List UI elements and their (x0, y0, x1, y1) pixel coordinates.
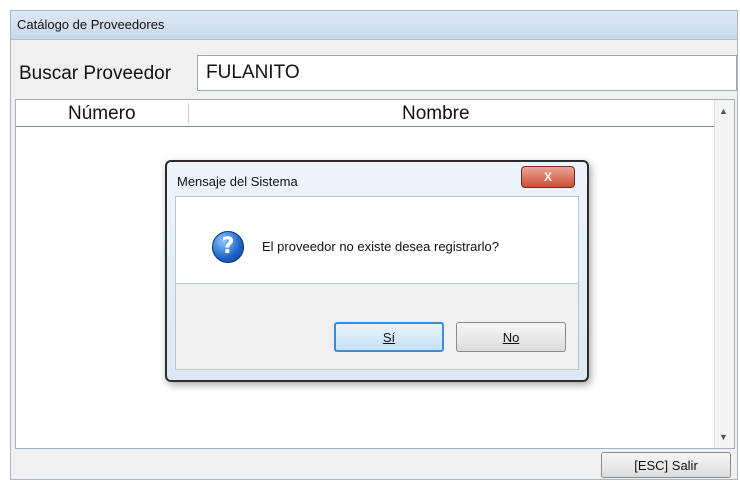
dialog-title: Mensaje del Sistema (177, 174, 298, 189)
dialog-footer: Sí No (175, 284, 579, 370)
window-title: Catálogo de Proveedores (17, 17, 165, 32)
vertical-scrollbar[interactable]: ▲ ▼ (714, 100, 734, 448)
dialog-body: ? El proveedor no existe desea registrar… (175, 196, 579, 284)
question-icon: ? (212, 231, 244, 263)
window-titlebar: Catálogo de Proveedores (11, 11, 737, 40)
column-header-nombre[interactable]: Nombre (402, 103, 470, 125)
close-button[interactable]: X (521, 166, 575, 188)
yes-button[interactable]: Sí (334, 322, 444, 352)
grid-header: Número Nombre (16, 100, 714, 127)
system-message-dialog: Mensaje del Sistema X ? El proveedor no … (165, 160, 589, 382)
exit-button[interactable]: [ESC] Salir (601, 452, 731, 478)
scroll-down-icon[interactable]: ▼ (719, 432, 728, 442)
close-icon: X (543, 170, 552, 184)
scroll-up-icon[interactable]: ▲ (719, 106, 728, 116)
column-header-numero[interactable]: Número (68, 103, 136, 125)
dialog-message: El proveedor no existe desea registrarlo… (262, 239, 500, 254)
no-button[interactable]: No (456, 322, 566, 352)
column-divider (188, 103, 189, 123)
search-input[interactable] (197, 55, 737, 91)
search-label: Buscar Proveedor (19, 63, 172, 84)
